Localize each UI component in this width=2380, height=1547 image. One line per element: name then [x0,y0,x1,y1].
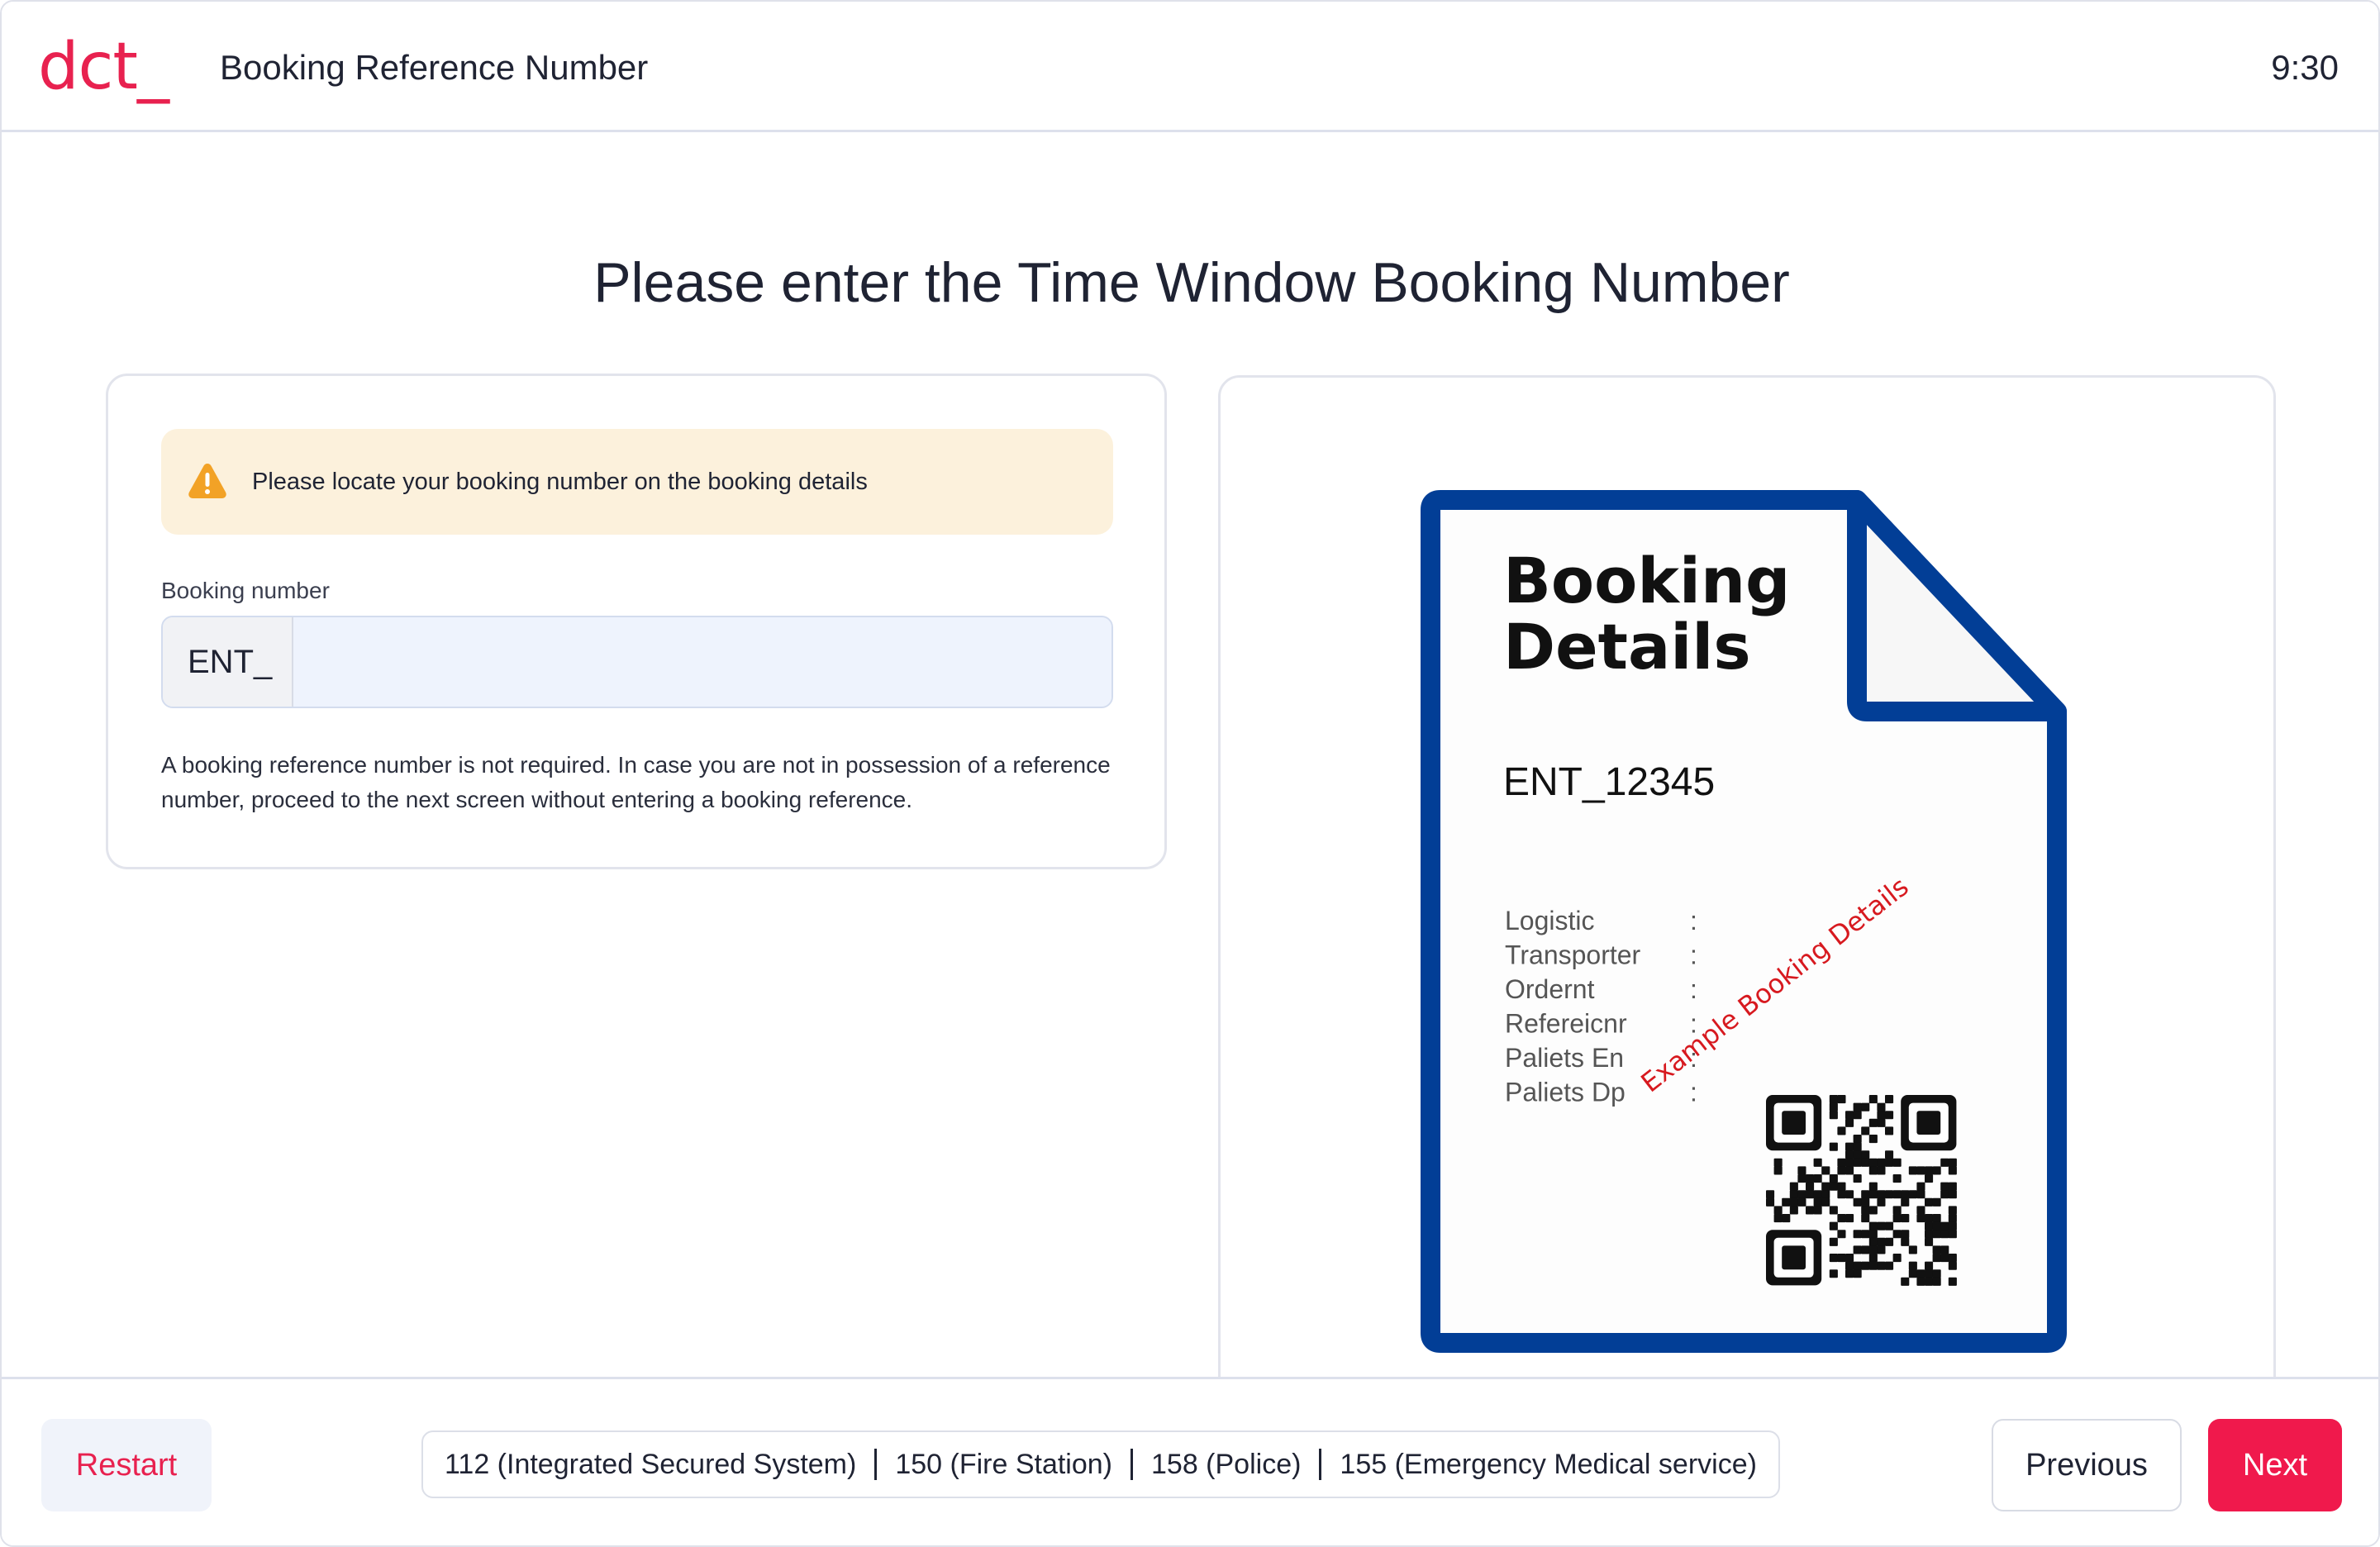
separator [1319,1449,1322,1480]
doc-field-separator: : [1690,1078,1697,1107]
dct-logo: dct_ [38,30,169,104]
separator [1130,1449,1133,1480]
booking-form-card: Please locate your booking number on the… [106,374,1167,869]
clock: 9:30 [2271,48,2339,87]
warning-icon [188,464,226,498]
doc-reference: ENT_12345 [1503,760,1715,804]
doc-field-label: Logistic [1505,906,1595,935]
info-alert: Please locate your booking number on the… [161,429,1113,535]
doc-title-line1: Booking [1503,544,1790,617]
alert-text: Please locate your booking number on the… [252,469,868,495]
booking-details-illustration: Booking Details ENT_12345 Logistic: Trans… [1421,490,2067,1353]
separator [874,1449,878,1480]
doc-field-separator: : [1690,906,1697,935]
emergency-numbers-bar: 112 (Integrated Secured System) 150 (Fir… [421,1430,1780,1498]
emergency-number-police: 158 (Police) [1151,1448,1302,1480]
doc-field-label: Transporter [1505,940,1641,970]
emergency-number-medical: 155 (Emergency Medical service) [1340,1448,1757,1480]
booking-number-label: Booking number [161,578,330,603]
doc-title-line2: Details [1503,610,1751,683]
doc-field-separator: : [1690,940,1697,970]
next-button[interactable]: Next [2208,1419,2342,1511]
booking-number-input[interactable] [293,617,1111,707]
restart-button[interactable]: Restart [41,1419,212,1511]
app-window: dct_ Booking Reference Number 9:30 Pleas… [0,0,2380,1547]
booking-number-prefix: ENT_ [163,617,293,707]
main-heading: Please enter the Time Window Booking Num… [593,251,1790,314]
page-title: Booking Reference Number [220,48,649,87]
booking-number-input-group: ENT_ [161,616,1113,708]
doc-field-label: Paliets En [1505,1043,1624,1073]
app-footer: Restart 112 (Integrated Secured System) … [2,1377,2378,1545]
doc-field-label: Paliets Dp [1505,1078,1626,1107]
help-text: A booking reference number is not requir… [161,752,1111,812]
emergency-number-fire: 150 (Fire Station) [895,1448,1112,1480]
emergency-number-integrated: 112 (Integrated Secured System) [445,1448,857,1480]
app-header: dct_ Booking Reference Number 9:30 [2,2,2378,132]
doc-field-label: Ordernt [1505,974,1595,1004]
document-fold [1847,490,2067,721]
doc-field-separator: : [1690,974,1697,1004]
doc-field-label: Refereicnr [1505,1009,1627,1039]
previous-button[interactable]: Previous [1992,1419,2182,1511]
example-document-card: Booking Details ENT_12345 Logistic: Trans… [1218,375,2276,1400]
